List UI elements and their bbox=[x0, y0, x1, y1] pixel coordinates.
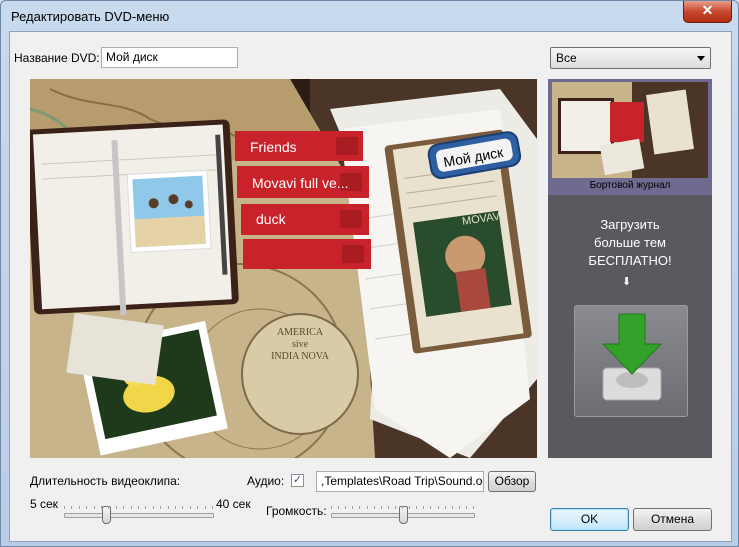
slider-tick bbox=[466, 506, 467, 509]
download-icon[interactable] bbox=[574, 305, 688, 417]
slider-tick bbox=[64, 506, 65, 509]
theme-thumbnail bbox=[552, 82, 708, 178]
close-icon: ✕ bbox=[701, 2, 714, 18]
chevron-down-icon bbox=[697, 56, 705, 61]
theme-filter-select[interactable]: Все bbox=[550, 47, 711, 69]
menu-item-3[interactable]: duck bbox=[256, 211, 286, 227]
slider-tick bbox=[108, 506, 109, 509]
download-themes-promo[interactable]: Загрузить больше тем БЕСПЛАТНО! ⬇ bbox=[548, 195, 712, 458]
dvd-menu-preview: Friends Movavi full ve... duck Мой диск … bbox=[30, 79, 537, 458]
slider-tick bbox=[79, 506, 80, 509]
slider-tick bbox=[452, 506, 453, 509]
slider-tick bbox=[438, 506, 439, 509]
slider-tick bbox=[367, 506, 368, 509]
clip-duration-thumb[interactable] bbox=[102, 506, 111, 524]
arrow-down-icon: ⬇ bbox=[622, 276, 632, 288]
slider-tick bbox=[168, 506, 169, 509]
slider-tick bbox=[190, 506, 191, 509]
slider-tick bbox=[94, 506, 95, 509]
slider-tick bbox=[182, 506, 183, 509]
slider-tick bbox=[145, 506, 146, 509]
browse-button[interactable]: Обзор bbox=[488, 471, 536, 492]
menu-item-2[interactable]: Movavi full ve... bbox=[252, 175, 348, 191]
slider-tick bbox=[416, 506, 417, 509]
promo-line-2: больше тем bbox=[594, 235, 666, 250]
volume-thumb[interactable] bbox=[399, 506, 408, 524]
dvd-name-label: Название DVD: bbox=[14, 51, 100, 65]
dialog-body: Название DVD: Мой диск Все Friends Movav… bbox=[9, 31, 732, 542]
theme-list[interactable]: Бортовой журнал Загрузить больше тем БЕС… bbox=[548, 79, 712, 458]
slider-tick bbox=[86, 506, 87, 509]
slider-tick bbox=[352, 506, 353, 509]
slider-tick bbox=[153, 506, 154, 509]
menu-item-1[interactable]: Friends bbox=[250, 139, 297, 155]
close-button[interactable]: ✕ bbox=[683, 1, 732, 23]
promo-text: Загрузить больше тем БЕСПЛАТНО! bbox=[548, 216, 712, 270]
slider-tick bbox=[138, 506, 139, 509]
volume-label: Громкость: bbox=[266, 504, 327, 518]
dialog-window: Редактировать DVD-меню ✕ Название DVD: М… bbox=[0, 0, 739, 547]
slider-tick bbox=[197, 506, 198, 509]
slider-tick bbox=[430, 506, 431, 509]
slider-tick bbox=[473, 506, 474, 509]
slider-tick bbox=[331, 506, 332, 509]
slider-tick bbox=[71, 506, 72, 509]
promo-line-3: БЕСПЛАТНО! bbox=[588, 253, 672, 268]
clip-duration-max-label: 40 сек bbox=[216, 497, 251, 511]
slider-tick bbox=[345, 506, 346, 509]
slider-tick bbox=[116, 506, 117, 509]
slider-tick bbox=[423, 506, 424, 509]
planner-left bbox=[30, 119, 239, 316]
slider-tick bbox=[212, 506, 213, 509]
promo-line-1: Загрузить bbox=[600, 217, 660, 232]
audio-path-input[interactable]: ,Templates\Road Trip\Sound.ogg bbox=[316, 471, 484, 492]
download-drive-graphic bbox=[601, 313, 663, 401]
ok-button[interactable]: OK bbox=[550, 508, 629, 531]
slider-tick bbox=[445, 506, 446, 509]
clip-duration-track bbox=[64, 513, 214, 518]
cancel-button[interactable]: Отмена bbox=[633, 508, 712, 531]
map-text-line-2: sive bbox=[291, 339, 309, 350]
slider-tick bbox=[101, 506, 102, 509]
dvd-name-input[interactable]: Мой диск bbox=[101, 47, 238, 68]
map-text-line-1: AMERICA bbox=[276, 327, 324, 338]
clip-duration-label: Длительность видеоклипа: bbox=[30, 474, 181, 488]
map-text-line-3: INDIA NOVA bbox=[271, 351, 329, 362]
map-cartouche-text: AMERICA sive INDIA NOVA bbox=[258, 327, 342, 363]
slider-tick bbox=[374, 506, 375, 509]
title-bar[interactable]: Редактировать DVD-меню ✕ bbox=[1, 1, 738, 31]
slider-tick bbox=[175, 506, 176, 509]
theme-item-selected[interactable]: Бортовой журнал bbox=[548, 79, 712, 195]
slider-tick bbox=[338, 506, 339, 509]
preview-artwork bbox=[30, 79, 537, 458]
clip-duration-min-label: 5 сек bbox=[30, 497, 58, 511]
audio-checkbox[interactable]: ✓ bbox=[291, 474, 304, 487]
window-title: Редактировать DVD-меню bbox=[11, 9, 170, 24]
checkmark-icon: ✓ bbox=[292, 474, 303, 486]
audio-label: Аудио: bbox=[247, 474, 285, 488]
slider-tick bbox=[131, 506, 132, 509]
slider-tick bbox=[402, 506, 403, 509]
slider-tick bbox=[381, 506, 382, 509]
slider-tick bbox=[459, 506, 460, 509]
volume-slider[interactable] bbox=[331, 506, 475, 526]
slider-tick bbox=[409, 506, 410, 509]
slider-tick bbox=[395, 506, 396, 509]
slider-tick bbox=[205, 506, 206, 509]
theme-item-name: Бортовой журнал bbox=[589, 180, 671, 191]
slider-tick bbox=[123, 506, 124, 509]
theme-filter-value: Все bbox=[556, 51, 577, 65]
slider-tick bbox=[160, 506, 161, 509]
clip-duration-slider[interactable] bbox=[64, 506, 214, 526]
slider-tick bbox=[359, 506, 360, 509]
slider-tick bbox=[388, 506, 389, 509]
